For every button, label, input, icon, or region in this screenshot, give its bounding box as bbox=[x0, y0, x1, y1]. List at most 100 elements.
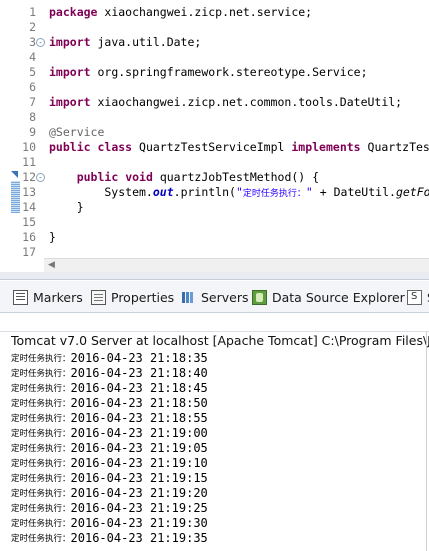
code-line[interactable]: 4 bbox=[0, 50, 429, 65]
tab-servers[interactable]: Servers bbox=[181, 287, 249, 307]
code-line[interactable]: 2 bbox=[0, 20, 429, 35]
log-timestamp: 2016-04-23 21:19:10 bbox=[70, 456, 208, 470]
code-text[interactable]: } bbox=[49, 200, 84, 215]
log-prefix: 定时任务执行： bbox=[11, 429, 71, 439]
log-prefix: 定时任务执行： bbox=[11, 519, 71, 529]
code-text[interactable]: public void quartzJobTestMethod() { bbox=[49, 170, 319, 185]
line-number: 14 bbox=[22, 200, 36, 214]
log-prefix: 定时任务执行： bbox=[11, 399, 71, 409]
code-line[interactable]: 15 bbox=[0, 215, 429, 230]
log-timestamp: 2016-04-23 21:18:45 bbox=[70, 381, 208, 395]
line-number: 8 bbox=[29, 110, 36, 124]
console-title: Tomcat v7.0 Server at localhost [Apache … bbox=[0, 331, 429, 349]
code-text[interactable]: import xiaochangwei.zicp.net.common.tool… bbox=[49, 95, 402, 110]
console-scroll-edge bbox=[426, 331, 427, 551]
line-number: 16 bbox=[22, 230, 36, 244]
code-line[interactable]: 3- import java.util.Date; bbox=[0, 35, 429, 50]
log-timestamp: 2016-04-23 21:19:35 bbox=[70, 531, 208, 545]
tab-label: Markers bbox=[33, 289, 83, 305]
line-number: 13 bbox=[22, 185, 36, 199]
log-timestamp: 2016-04-23 21:19:25 bbox=[70, 501, 208, 515]
code-line[interactable]: 12- public void quartzJobTestMethod() { bbox=[0, 170, 429, 185]
code-text[interactable]: import java.util.Date; bbox=[49, 35, 201, 50]
log-timestamp: 2016-04-23 21:19:05 bbox=[70, 441, 208, 455]
tab-properties[interactable]: Properties bbox=[91, 287, 174, 307]
log-line: 定时任务执行：2016-04-23 21:19:10 bbox=[11, 456, 208, 471]
line-number: 15 bbox=[22, 215, 36, 229]
code-line[interactable]: 9 @Service bbox=[0, 125, 429, 140]
log-prefix: 定时任务执行： bbox=[11, 414, 71, 424]
log-timestamp: 2016-04-23 21:19:20 bbox=[70, 486, 208, 500]
code-line[interactable]: 7 import xiaochangwei.zicp.net.common.too… bbox=[0, 95, 429, 110]
log-prefix: 定时任务执行： bbox=[11, 489, 71, 499]
code-line[interactable]: 17 bbox=[0, 245, 429, 258]
log-timestamp: 2016-04-23 21:19:15 bbox=[70, 471, 208, 485]
log-timestamp: 2016-04-23 21:19:30 bbox=[70, 516, 208, 530]
pane-divider[interactable] bbox=[0, 272, 429, 280]
line-number: 4 bbox=[29, 50, 36, 64]
log-line: 定时任务执行：2016-04-23 21:19:30 bbox=[11, 516, 208, 531]
log-line: 定时任务执行：2016-04-23 21:19:20 bbox=[11, 486, 208, 501]
data-source-explorer-icon bbox=[252, 289, 267, 305]
line-number: 7 bbox=[29, 95, 36, 109]
code-line[interactable]: 6 bbox=[0, 80, 429, 95]
line-number: 6 bbox=[29, 80, 36, 94]
code-line[interactable]: 14 } bbox=[0, 200, 429, 215]
log-line: 定时任务执行：2016-04-23 21:18:40 bbox=[11, 366, 208, 381]
log-line: 定时任务执行：2016-04-23 21:19:00 bbox=[11, 426, 208, 441]
view-tab-bar: Markers Properties Servers Data Source E… bbox=[0, 281, 429, 313]
log-timestamp: 2016-04-23 21:18:35 bbox=[70, 351, 208, 365]
line-number: 3 bbox=[29, 35, 36, 49]
tab-data-source-explorer[interactable]: Data Source Explorer bbox=[252, 287, 405, 307]
console-toolbar bbox=[0, 314, 429, 330]
code-line[interactable]: 11 bbox=[0, 155, 429, 170]
code-line[interactable]: 1 package xiaochangwei.zicp.net.service; bbox=[0, 5, 429, 20]
code-line[interactable]: 16} bbox=[0, 230, 429, 245]
line-number: 12 bbox=[22, 170, 36, 184]
line-number: 1 bbox=[29, 5, 36, 19]
code-line[interactable]: 8 bbox=[0, 110, 429, 125]
code-line[interactable]: 5 import org.springframework.stereotype.S… bbox=[0, 65, 429, 80]
console-output[interactable]: 定时任务执行：2016-04-23 21:18:35 定时任务执行：2016-04… bbox=[0, 349, 429, 551]
log-timestamp: 2016-04-23 21:18:55 bbox=[70, 411, 208, 425]
line-number: 5 bbox=[29, 65, 36, 79]
servers-icon bbox=[181, 290, 196, 305]
tab-label: Properties bbox=[111, 289, 175, 305]
code-line[interactable]: 10 public class QuartzTestServiceImpl imp… bbox=[0, 140, 429, 155]
properties-icon bbox=[91, 289, 106, 305]
code-text[interactable]: import org.springframework.stereotype.Se… bbox=[49, 65, 368, 80]
log-timestamp: 2016-04-23 21:19:00 bbox=[70, 426, 208, 440]
log-timestamp: 2016-04-23 21:18:50 bbox=[70, 396, 208, 410]
tab-snippets[interactable]: S bbox=[407, 287, 429, 307]
log-line: 定时任务执行：2016-04-23 21:18:55 bbox=[11, 411, 208, 426]
markers-icon bbox=[13, 289, 28, 305]
log-prefix: 定时任务执行： bbox=[11, 474, 71, 484]
log-prefix: 定时任务执行： bbox=[11, 384, 71, 394]
line-number: 10 bbox=[22, 140, 36, 154]
scroll-left-icon[interactable]: ◀ bbox=[48, 259, 55, 272]
code-text[interactable]: public class QuartzTestServiceImpl imple… bbox=[49, 140, 429, 155]
log-line: 定时任务执行：2016-04-23 21:18:35 bbox=[11, 351, 208, 366]
editor-horizontal-scrollbar[interactable]: ◀ bbox=[44, 258, 429, 272]
code-text[interactable]: @Service bbox=[49, 125, 104, 140]
code-line[interactable]: 13 System.out.println("定时任务执行：" + DateUt… bbox=[0, 185, 429, 200]
line-number: 11 bbox=[22, 155, 36, 169]
log-prefix: 定时任务执行： bbox=[11, 534, 71, 544]
fold-toggle-icon[interactable]: - bbox=[36, 38, 45, 47]
log-prefix: 定时任务执行： bbox=[11, 354, 71, 364]
snippets-icon bbox=[407, 289, 422, 305]
log-line: 定时任务执行：2016-04-23 21:18:50 bbox=[11, 396, 208, 411]
line-number: 9 bbox=[29, 125, 36, 139]
tab-label: Servers bbox=[201, 289, 249, 305]
code-editor[interactable]: 1 package xiaochangwei.zicp.net.service; 2… bbox=[0, 0, 429, 258]
line-number: 2 bbox=[29, 20, 36, 34]
fold-toggle-icon[interactable]: - bbox=[36, 173, 45, 182]
log-prefix: 定时任务执行： bbox=[11, 504, 71, 514]
log-line: 定时任务执行：2016-04-23 21:19:35 bbox=[11, 531, 208, 546]
code-text[interactable]: } bbox=[49, 230, 56, 245]
log-prefix: 定时任务执行： bbox=[11, 459, 71, 469]
log-prefix: 定时任务执行： bbox=[11, 369, 71, 379]
code-text[interactable]: package xiaochangwei.zicp.net.service; bbox=[49, 5, 312, 20]
log-timestamp: 2016-04-23 21:18:40 bbox=[70, 366, 208, 380]
tab-markers[interactable]: Markers bbox=[13, 287, 83, 307]
